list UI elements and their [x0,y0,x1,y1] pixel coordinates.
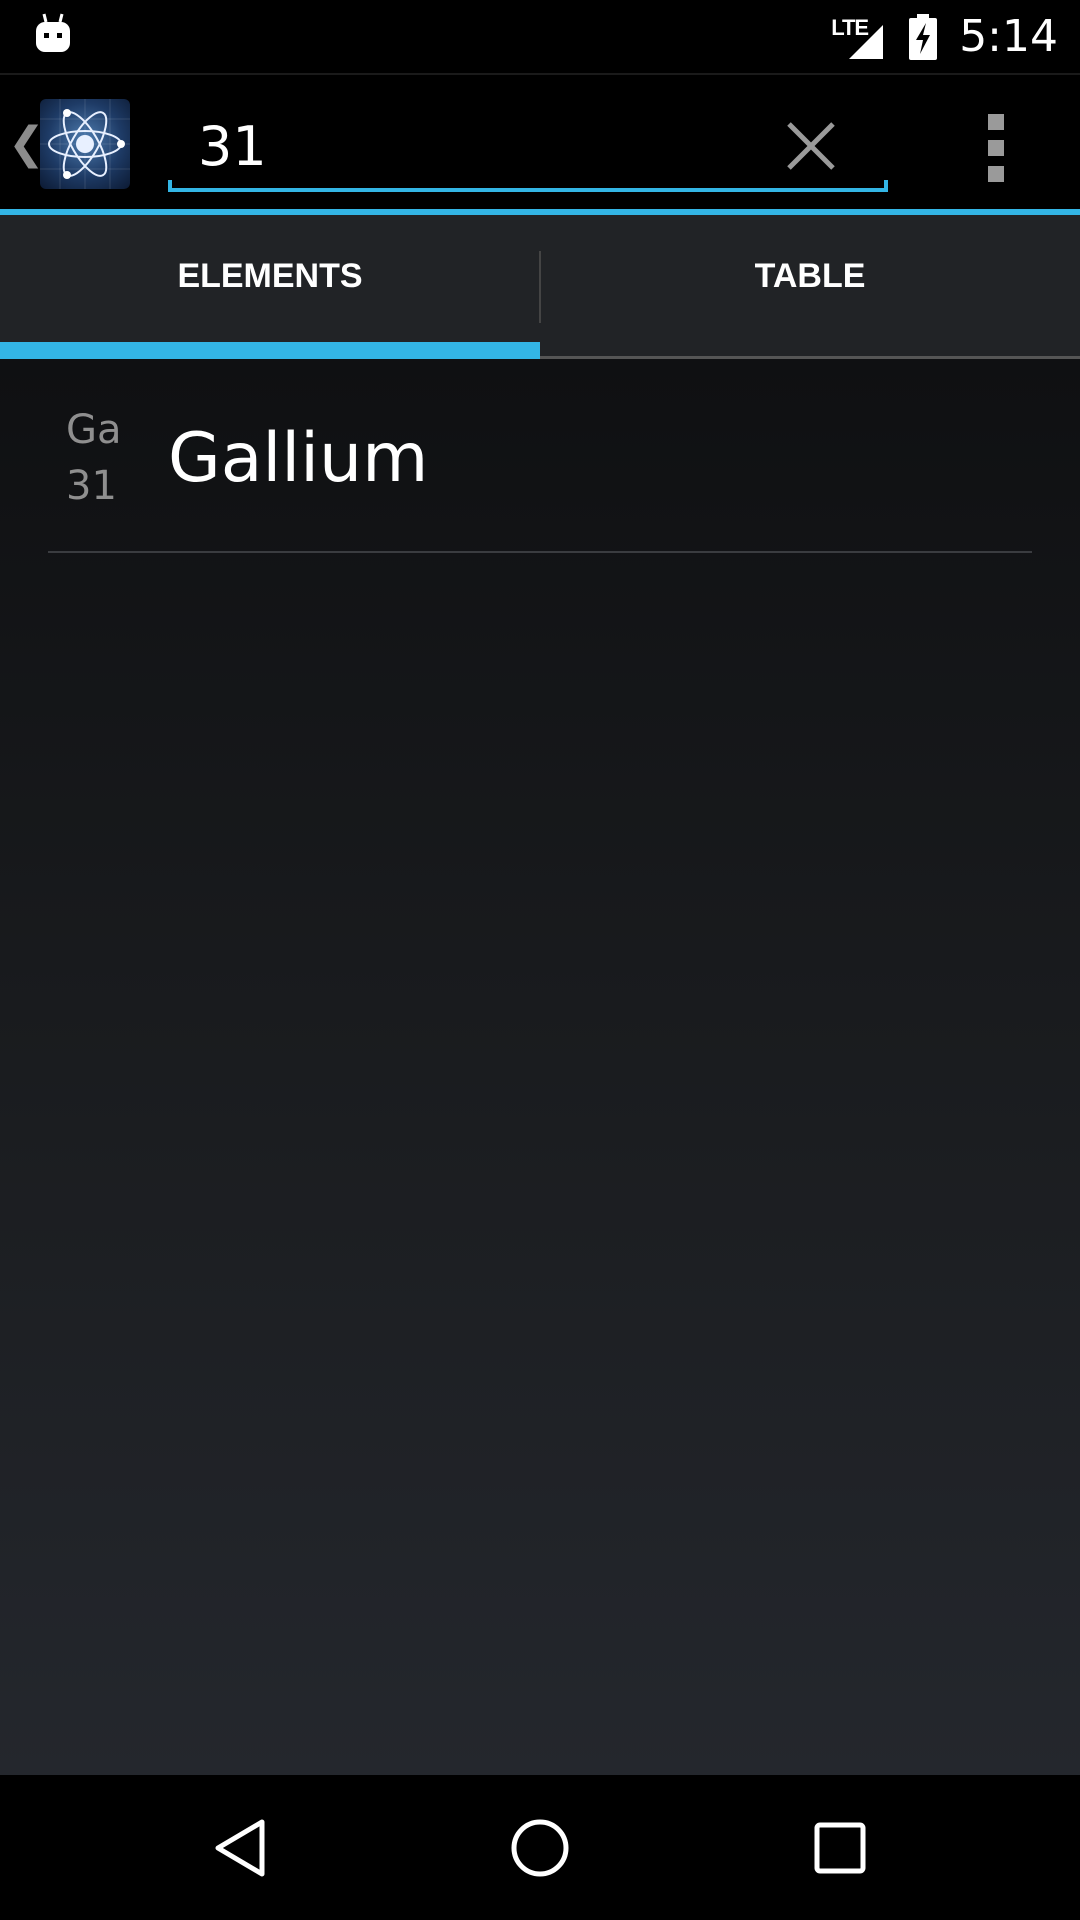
tab-elements-label: ELEMENTS [177,256,363,295]
search-input[interactable] [198,108,758,184]
search-underline [168,188,888,192]
search-underline-tick-left [168,180,172,192]
clear-search-button[interactable] [775,110,847,182]
android-debug-icon [34,12,72,56]
element-symbol: Ga [66,407,122,453]
list-item-gallium[interactable]: Ga 31 Gallium [0,359,1080,553]
atom-icon[interactable] [40,99,130,189]
tab-elements[interactable]: ELEMENTS [0,215,540,359]
element-name: Gallium [168,419,429,498]
navigation-bar [0,1775,1080,1920]
clear-icon [787,122,835,170]
overflow-menu-icon[interactable] [970,108,1022,188]
back-button[interactable] [170,1775,310,1920]
home-button[interactable] [470,1775,610,1920]
overflow-dot [988,166,1004,182]
back-icon [215,1819,265,1876]
status-clock: 5:14 [959,11,1058,62]
recents-button[interactable] [770,1775,910,1920]
tab-table[interactable]: TABLE [540,215,1080,359]
recents-icon [814,1822,866,1873]
tab-selected-indicator [0,342,540,359]
status-icons: LTE 5:14 [831,0,1058,73]
home-icon [511,1819,569,1876]
lte-signal-icon: LTE [831,13,887,61]
screen: LTE 5:14 ❮ 31 ELEMENTS TABLE Ga 31 Galli… [0,0,1080,1920]
status-bar: LTE 5:14 [0,0,1080,73]
search-underline-tick-right [884,180,888,192]
element-number: 31 [66,463,117,509]
tab-bar: ELEMENTS TABLE [0,215,1080,359]
overflow-dot [988,140,1004,156]
overflow-dot [988,114,1004,130]
list-divider [48,551,1032,553]
results-list: Ga 31 Gallium [0,359,1080,1775]
tab-table-label: TABLE [754,256,866,295]
battery-charging-icon [907,13,939,60]
